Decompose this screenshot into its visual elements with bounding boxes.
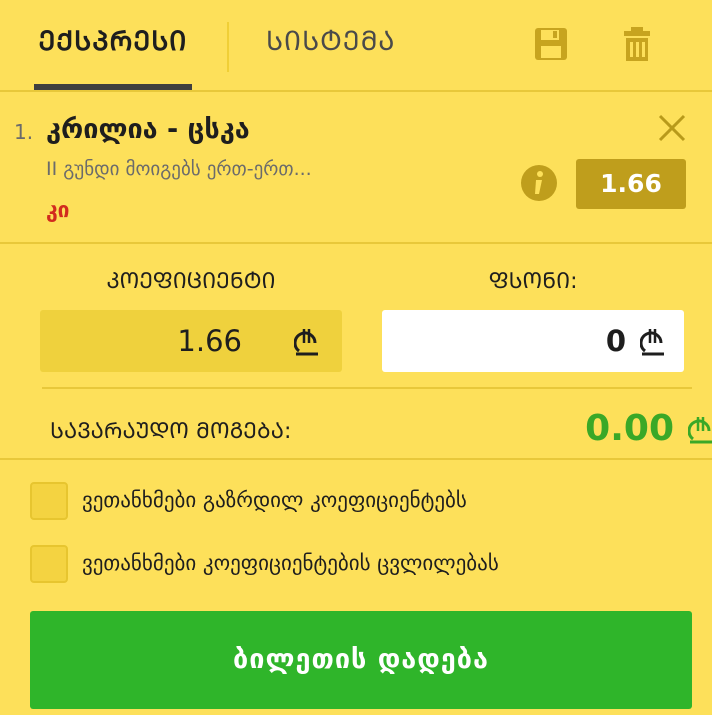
close-icon[interactable] xyxy=(656,112,688,144)
lari-icon xyxy=(687,412,712,446)
coefficient-value: 1.66 xyxy=(177,324,242,358)
selected-outcome: კი xyxy=(46,198,70,222)
tab-system[interactable]: ᲡᲘᲡᲢᲔᲛᲐ xyxy=(266,22,395,62)
divider xyxy=(0,90,712,92)
checkbox-label: ვეთანხმები კოეფიციენტების ცვლილებას xyxy=(82,551,499,575)
accept-increased-odds-checkbox[interactable]: ვეთანხმები გაზრდილ კოეფიციენტებს xyxy=(30,482,690,522)
checkbox[interactable] xyxy=(30,482,68,520)
save-icon[interactable] xyxy=(531,24,571,64)
lari-icon xyxy=(639,325,666,357)
stake-value: 0 xyxy=(605,324,626,358)
stake-label: ᲤᲡᲝᲜᲘ: xyxy=(488,269,578,294)
checkbox[interactable] xyxy=(30,545,68,583)
divider xyxy=(0,458,712,460)
bet-index: 1. xyxy=(14,120,34,144)
match-title: კრილია - ცსკა xyxy=(46,114,250,145)
coefficient-label: ᲙᲝᲔᲤᲘᲪᲘᲔᲜᲢᲘ xyxy=(106,269,276,294)
trash-icon[interactable] xyxy=(617,24,657,64)
bet-type-tabs: ᲔᲥᲡᲞᲠᲔᲡᲘ ᲡᲘᲡᲢᲔᲛᲐ xyxy=(0,0,712,90)
tab-express[interactable]: ᲔᲥᲡᲞᲠᲔᲡᲘ xyxy=(34,22,192,62)
stake-input[interactable]: 0 xyxy=(382,310,684,372)
divider xyxy=(0,242,712,244)
potential-win-value: 0.00 xyxy=(585,408,674,449)
divider xyxy=(42,387,692,389)
potential-win-label: ᲡᲐᲕᲐᲠᲐᲣᲓᲝ ᲛᲝᲒᲔᲑᲐ: xyxy=(50,419,292,444)
tab-divider xyxy=(227,22,229,72)
odds-badge: 1.66 xyxy=(576,159,686,209)
info-icon[interactable] xyxy=(520,164,558,202)
coefficient-field: 1.66 xyxy=(40,310,342,372)
market-description: II გუნდი მოიგებს ერთ-ერთ... xyxy=(46,158,312,180)
place-bet-button[interactable]: ბილეთის დადება xyxy=(30,611,692,709)
lari-icon xyxy=(293,325,320,357)
checkbox-label: ვეთანხმები გაზრდილ კოეფიციენტებს xyxy=(82,488,467,512)
accept-odds-change-checkbox[interactable]: ვეთანხმები კოეფიციენტების ცვლილებას xyxy=(30,545,690,585)
